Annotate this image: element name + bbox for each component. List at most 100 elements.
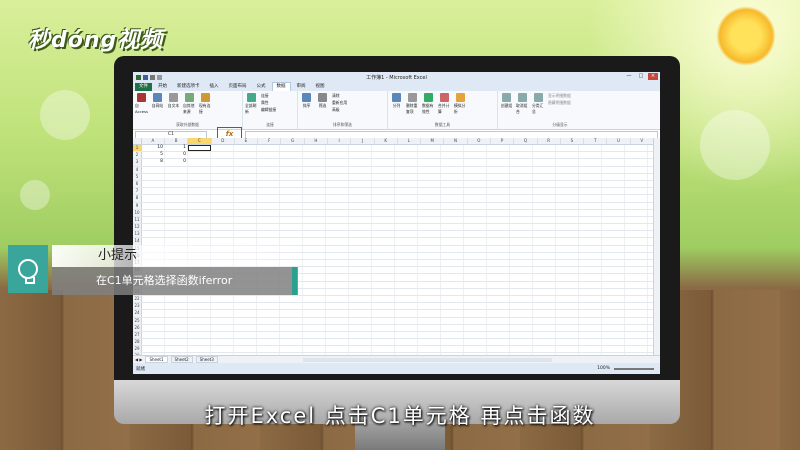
cell[interactable] <box>349 310 372 317</box>
cell[interactable] <box>280 159 303 166</box>
cell[interactable] <box>533 303 556 310</box>
cell[interactable] <box>349 317 372 324</box>
row-header[interactable]: 6 <box>133 180 142 188</box>
row-header[interactable]: 2 <box>133 152 142 159</box>
cell[interactable] <box>533 195 556 202</box>
cell[interactable] <box>418 339 441 346</box>
cell[interactable] <box>303 231 326 238</box>
cell[interactable] <box>395 216 418 224</box>
cell[interactable] <box>372 339 395 346</box>
cell[interactable] <box>188 195 211 202</box>
cell[interactable] <box>602 238 625 245</box>
cell[interactable]: 5 <box>142 152 165 159</box>
cell[interactable] <box>372 310 395 317</box>
cell[interactable] <box>303 209 326 216</box>
cell[interactable] <box>372 209 395 216</box>
column-header-a[interactable]: A <box>142 138 166 144</box>
cell[interactable] <box>625 288 648 295</box>
cell[interactable] <box>556 317 579 324</box>
zoom-slider[interactable] <box>614 367 654 370</box>
horizontal-scrollbar[interactable] <box>303 357 552 362</box>
cell[interactable] <box>418 238 441 245</box>
cell[interactable] <box>142 188 165 195</box>
cell[interactable] <box>257 331 280 339</box>
cell[interactable] <box>142 216 165 224</box>
cell[interactable] <box>280 224 303 231</box>
cell[interactable] <box>625 346 648 353</box>
cell[interactable] <box>188 331 211 339</box>
cell[interactable] <box>211 310 234 317</box>
cell[interactable] <box>188 216 211 224</box>
cell[interactable] <box>533 260 556 267</box>
cell[interactable] <box>165 209 188 216</box>
cell[interactable] <box>303 166 326 173</box>
row-header[interactable]: 24 <box>133 310 142 317</box>
cell[interactable] <box>303 274 326 281</box>
cell[interactable] <box>142 173 165 180</box>
column-header-d[interactable]: D <box>212 138 235 144</box>
cell[interactable] <box>395 238 418 245</box>
cell[interactable] <box>441 180 464 188</box>
cell[interactable] <box>372 202 395 209</box>
cell[interactable] <box>625 188 648 195</box>
row-header[interactable]: 12 <box>133 224 142 231</box>
cell[interactable]: 10 <box>142 145 165 152</box>
cell[interactable] <box>418 260 441 267</box>
cell[interactable] <box>510 216 533 224</box>
cell[interactable] <box>303 216 326 224</box>
clear-button[interactable]: 清除 <box>332 93 347 99</box>
cell[interactable] <box>234 166 257 173</box>
cell[interactable] <box>395 188 418 195</box>
cell[interactable] <box>625 173 648 180</box>
reapply-button[interactable]: 重新应用 <box>332 100 347 106</box>
cell[interactable] <box>441 224 464 231</box>
cell[interactable] <box>441 331 464 339</box>
cell[interactable] <box>165 180 188 188</box>
cell[interactable] <box>280 195 303 202</box>
cell[interactable] <box>441 310 464 317</box>
cell[interactable] <box>441 339 464 346</box>
cell[interactable] <box>349 260 372 267</box>
cell[interactable] <box>441 288 464 295</box>
cell[interactable] <box>602 303 625 310</box>
cell[interactable] <box>487 252 510 259</box>
cell[interactable] <box>142 339 165 346</box>
cell[interactable] <box>395 274 418 281</box>
cell[interactable] <box>303 152 326 159</box>
cell[interactable] <box>349 202 372 209</box>
cell[interactable] <box>625 231 648 238</box>
cell[interactable] <box>418 173 441 180</box>
cell[interactable] <box>510 260 533 267</box>
cell[interactable] <box>510 346 533 353</box>
cell[interactable] <box>510 202 533 209</box>
cell[interactable] <box>257 188 280 195</box>
cell[interactable] <box>142 324 165 331</box>
cell[interactable] <box>602 288 625 295</box>
cell[interactable] <box>579 274 602 281</box>
cell[interactable] <box>533 310 556 317</box>
cell[interactable] <box>326 295 349 303</box>
cell[interactable] <box>165 339 188 346</box>
cell[interactable] <box>395 303 418 310</box>
cell[interactable]: 1 <box>165 145 188 152</box>
cell[interactable] <box>326 180 349 188</box>
cell[interactable] <box>303 346 326 353</box>
cell[interactable] <box>257 324 280 331</box>
cell[interactable] <box>510 324 533 331</box>
column-header-r[interactable]: R <box>538 138 561 144</box>
cell[interactable] <box>464 224 487 231</box>
cell[interactable] <box>303 331 326 339</box>
cell[interactable] <box>372 231 395 238</box>
cell[interactable] <box>464 317 487 324</box>
cell[interactable] <box>303 267 326 274</box>
cell[interactable] <box>487 288 510 295</box>
cell[interactable] <box>533 166 556 173</box>
properties-button[interactable]: 属性 <box>261 100 276 106</box>
cell[interactable] <box>211 173 234 180</box>
cell[interactable] <box>349 188 372 195</box>
cell[interactable] <box>326 159 349 166</box>
cell[interactable] <box>211 216 234 224</box>
column-header-u[interactable]: U <box>607 138 631 144</box>
cell[interactable] <box>395 331 418 339</box>
cell[interactable] <box>372 260 395 267</box>
